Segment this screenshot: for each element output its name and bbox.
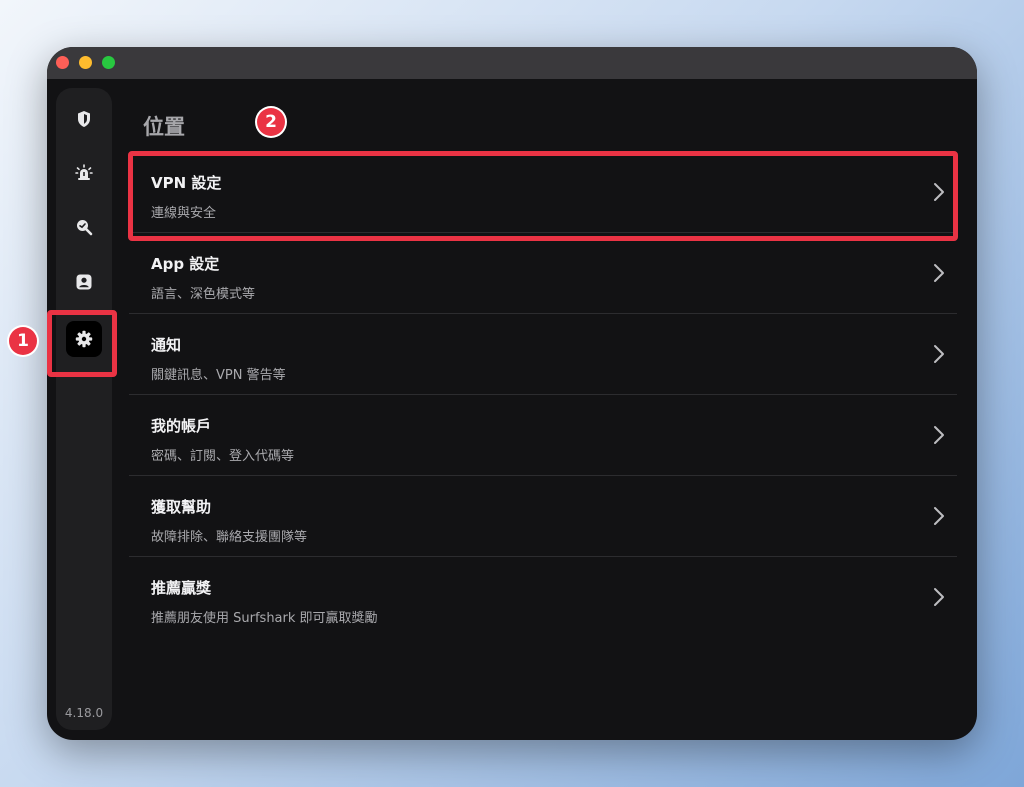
shield-icon [78, 111, 90, 127]
menu-item-title: 推薦贏獎 [151, 579, 212, 597]
close-window-button[interactable] [56, 56, 69, 69]
chevron-right-icon [934, 264, 944, 282]
maximize-window-button[interactable] [102, 56, 115, 69]
account-icon [76, 274, 92, 290]
menu-item-get-help[interactable]: 獲取幫助 故障排除、聯絡支援團隊等 [129, 476, 957, 557]
sidebar-item-alert[interactable] [66, 155, 102, 191]
menu-item-subtitle: 推薦朋友使用 Surfshark 即可贏取獎勵 [151, 611, 378, 626]
menu-item-subtitle: 故障排除、聯絡支援團隊等 [151, 530, 308, 545]
highlight-box-vpn-settings [128, 151, 958, 241]
menu-item-title: App 設定 [151, 255, 220, 273]
minimize-window-button[interactable] [79, 56, 92, 69]
menu-item-app-settings[interactable]: App 設定 語言、深色模式等 [129, 233, 957, 314]
menu-item-title: 通知 [151, 336, 182, 354]
menu-item-subtitle: 密碼、訂閱、登入代碼等 [151, 449, 295, 464]
alert-icon [75, 164, 93, 180]
search-icon [77, 220, 93, 236]
title-bar [47, 47, 977, 79]
chevron-right-icon [934, 426, 944, 444]
menu-item-title: 獲取幫助 [151, 498, 212, 516]
step-badge-2: 2 [257, 108, 285, 136]
page-title: 位置 [143, 115, 185, 139]
menu-item-notifications[interactable]: 通知 關鍵訊息、VPN 警告等 [129, 314, 957, 395]
menu-item-my-account[interactable]: 我的帳戶 密碼、訂閱、登入代碼等 [129, 395, 957, 476]
sidebar-item-search[interactable] [66, 209, 102, 245]
chevron-right-icon [934, 345, 944, 363]
menu-item-referral[interactable]: 推薦贏獎 推薦朋友使用 Surfshark 即可贏取獎勵 [129, 557, 957, 638]
highlight-box-settings [47, 310, 117, 377]
sidebar-item-account[interactable] [66, 264, 102, 300]
chevron-right-icon [934, 507, 944, 525]
menu-item-subtitle: 語言、深色模式等 [151, 287, 256, 302]
step-badge-1: 1 [9, 327, 37, 355]
sidebar-item-vpn[interactable] [66, 101, 102, 137]
chevron-right-icon [934, 588, 944, 606]
sidebar: 4.18.0 [56, 88, 112, 730]
menu-item-title: 我的帳戶 [151, 417, 212, 435]
app-version: 4.18.0 [64, 706, 104, 720]
menu-item-subtitle: 關鍵訊息、VPN 警告等 [151, 368, 286, 383]
